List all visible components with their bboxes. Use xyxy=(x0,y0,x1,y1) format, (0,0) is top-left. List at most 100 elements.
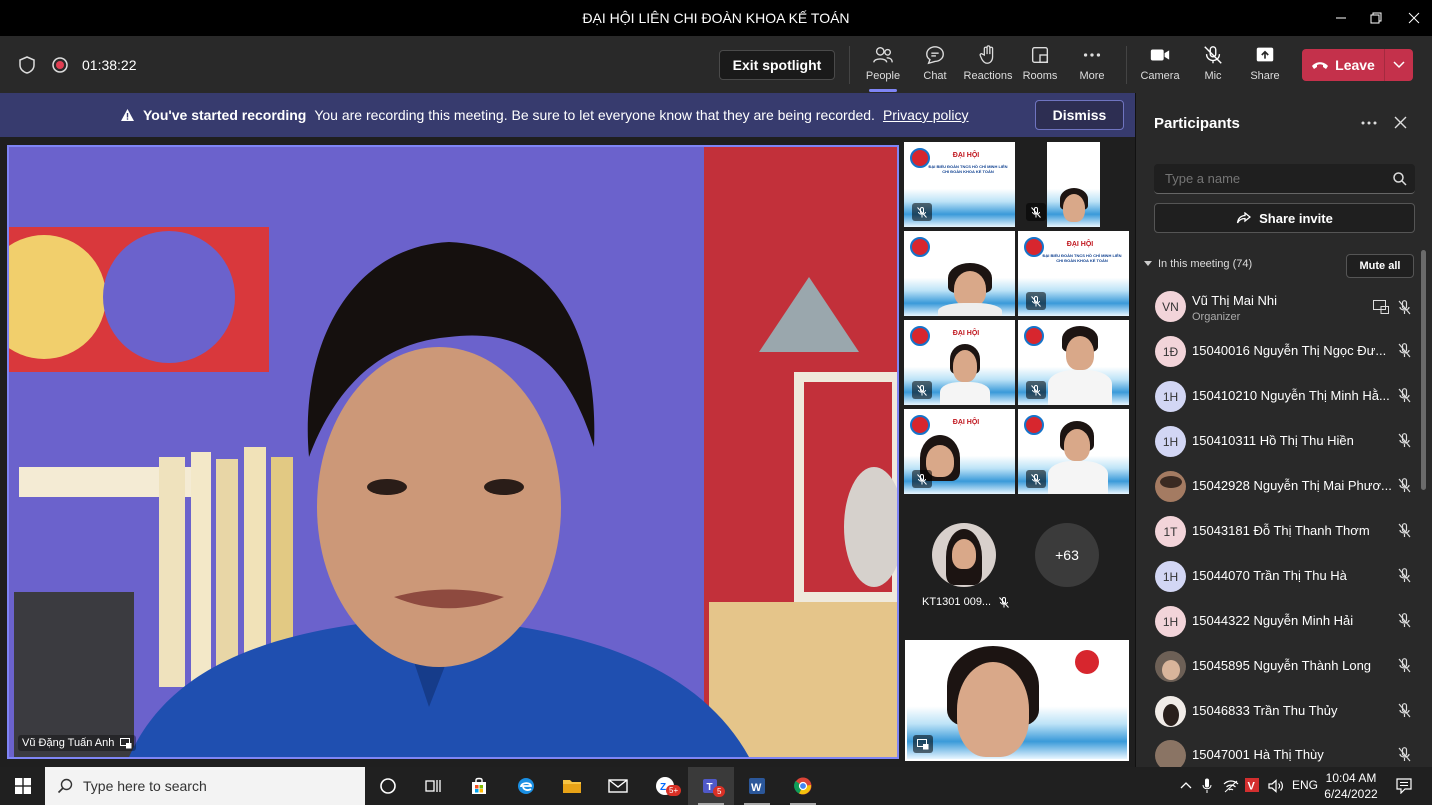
participant-search-input[interactable] xyxy=(1165,171,1385,186)
mic-off-icon[interactable] xyxy=(1398,300,1411,315)
participant-name: 15047001 Hà Thị Thùy xyxy=(1192,747,1324,762)
more-participants-button[interactable]: +63 xyxy=(1035,523,1099,587)
participant-row[interactable]: 1H 15044322 Nguyễn Minh Hải xyxy=(1136,600,1421,644)
mic-muted-indicator xyxy=(912,381,932,399)
word-app[interactable]: W xyxy=(734,767,780,805)
mic-off-icon[interactable] xyxy=(1398,478,1411,493)
chevron-up-icon[interactable] xyxy=(1180,781,1192,789)
cortana-button[interactable] xyxy=(365,767,411,805)
mic-off-icon xyxy=(1031,384,1041,396)
phone-hangup-icon xyxy=(1312,62,1329,69)
camera-button[interactable]: Camera xyxy=(1132,44,1188,88)
network-icon[interactable] xyxy=(1223,779,1239,793)
participant-row[interactable]: 1H 150410210 Nguyễn Thị Minh Hằ... xyxy=(1136,375,1421,419)
mic-off-icon[interactable] xyxy=(1398,388,1411,403)
store-app[interactable] xyxy=(456,767,502,805)
participant-role: Organizer xyxy=(1192,311,1241,323)
participant-row[interactable]: 1H 150410311 Hồ Thị Thu Hiền xyxy=(1136,420,1421,464)
windows-taskbar: Type here to search Z 5+ T 5 W V ENG 10:… xyxy=(0,767,1432,805)
taskbar-search[interactable]: Type here to search xyxy=(45,767,365,805)
share-invite-button[interactable]: Share invite xyxy=(1154,203,1415,233)
leave-button[interactable]: Leave xyxy=(1302,49,1413,81)
share-screen-icon xyxy=(1256,47,1274,62)
antivirus-icon[interactable]: V xyxy=(1245,778,1259,792)
participant-avatar: 1H xyxy=(1155,606,1186,637)
search-icon[interactable] xyxy=(1393,172,1407,186)
start-button[interactable] xyxy=(0,767,45,805)
mic-off-icon[interactable] xyxy=(1398,523,1411,538)
mail-icon xyxy=(608,779,628,793)
toolbar-divider xyxy=(1126,46,1127,84)
participant-row[interactable]: 15042928 Nguyễn Thị Mai Phươ... xyxy=(1136,465,1421,509)
close-panel-icon[interactable] xyxy=(1394,116,1407,129)
mute-all-button[interactable]: Mute all xyxy=(1346,254,1414,278)
participant-row[interactable]: 1Đ 15040016 Nguyễn Thị Ngọc Đư... xyxy=(1136,330,1421,374)
participant-video-tile[interactable] xyxy=(1018,142,1129,227)
rooms-button[interactable]: Rooms xyxy=(1012,44,1068,88)
edge-app[interactable] xyxy=(503,767,549,805)
notification-center-icon[interactable] xyxy=(1396,778,1412,794)
mail-app[interactable] xyxy=(595,767,641,805)
leave-options-button[interactable] xyxy=(1385,61,1413,69)
participant-avatar[interactable] xyxy=(932,523,996,587)
participant-row[interactable]: 1T 15043181 Đỗ Thị Thanh Thơm xyxy=(1136,510,1421,554)
participant-video-tile[interactable] xyxy=(1018,409,1129,494)
teams-app[interactable]: T 5 xyxy=(688,767,734,805)
participants-scrollbar[interactable] xyxy=(1421,250,1426,490)
meeting-toolbar: 01:38:22 Exit spotlight People Chat Reac… xyxy=(0,36,1432,93)
microphone-icon[interactable] xyxy=(1202,778,1212,794)
more-button[interactable]: More xyxy=(1064,44,1120,88)
participant-photo-avatar xyxy=(1155,696,1186,727)
mic-off-icon[interactable] xyxy=(1398,747,1411,762)
dismiss-button[interactable]: Dismiss xyxy=(1035,100,1124,130)
people-button[interactable]: People xyxy=(855,44,911,92)
mic-off-icon[interactable] xyxy=(1398,433,1411,448)
slide-subheading: ĐẠI BIỂU ĐOÀN TNCS HỒ CHÍ MINH LIÊN CHI … xyxy=(928,164,1008,174)
close-window-button[interactable] xyxy=(1391,0,1432,36)
mic-button[interactable]: Mic xyxy=(1185,44,1241,88)
mic-off-icon[interactable] xyxy=(1398,613,1411,628)
spotlight-video[interactable]: Vũ Đặng Tuấn Anh xyxy=(7,145,899,759)
chat-button[interactable]: Chat xyxy=(907,44,963,88)
participant-video-tile[interactable]: ĐẠI HỘI ĐẠI BIỂU ĐOÀN TNCS HỒ CHÍ MINH LI… xyxy=(1018,231,1129,316)
exit-spotlight-button[interactable]: Exit spotlight xyxy=(719,50,835,80)
participant-search[interactable] xyxy=(1154,164,1415,194)
chat-icon xyxy=(926,46,944,65)
shield-icon[interactable] xyxy=(17,55,37,75)
panel-more-options-icon[interactable] xyxy=(1361,120,1377,126)
search-icon xyxy=(57,778,73,794)
file-explorer-app[interactable] xyxy=(549,767,595,805)
spotlight-name-tag: Vũ Đặng Tuấn Anh xyxy=(18,735,137,751)
mic-off-icon[interactable] xyxy=(1398,343,1411,358)
participant-video-tile[interactable]: ĐẠI HỘI xyxy=(904,320,1015,405)
speaker-icon[interactable] xyxy=(1268,779,1284,793)
chrome-app[interactable] xyxy=(780,767,826,805)
language-indicator[interactable]: ENG xyxy=(1292,778,1318,792)
reactions-button[interactable]: Reactions xyxy=(960,44,1016,88)
participant-avatar: 1Đ xyxy=(1155,336,1186,367)
participant-row[interactable]: 15047001 Hà Thị Thùy xyxy=(1136,734,1421,767)
task-view-button[interactable] xyxy=(410,767,456,805)
mic-off-icon[interactable] xyxy=(1398,658,1411,673)
mic-off-icon[interactable] xyxy=(1398,703,1411,718)
participant-row[interactable]: 1H 15044070 Trần Thị Thu Hà xyxy=(1136,555,1421,599)
participant-video-tile[interactable] xyxy=(1018,320,1129,405)
participant-row[interactable]: 15045895 Nguyễn Thành Long xyxy=(1136,645,1421,689)
share-button[interactable]: Share xyxy=(1237,44,1293,88)
camera-icon xyxy=(1150,49,1170,61)
mic-off-icon xyxy=(917,206,927,218)
reactions-label: Reactions xyxy=(963,70,1013,82)
participant-video-tile[interactable]: ĐẠI HỘI ĐẠI BIỂU ĐOÀN TNCS HỒ CHÍ MINH LI… xyxy=(904,142,1015,227)
participant-video-tile[interactable] xyxy=(904,231,1015,316)
privacy-policy-link[interactable]: Privacy policy xyxy=(883,107,969,123)
self-view-video[interactable] xyxy=(905,640,1129,761)
mic-off-icon[interactable] xyxy=(1398,568,1411,583)
in-meeting-header[interactable]: In this meeting (74) xyxy=(1144,258,1252,270)
taskbar-clock[interactable]: 10:04 AM 6/24/2022 xyxy=(1320,770,1382,802)
leave-main[interactable]: Leave xyxy=(1302,49,1385,81)
folder-icon xyxy=(563,780,581,793)
participant-video-tile[interactable]: ĐẠI HỘI xyxy=(904,409,1015,494)
participant-row[interactable]: VN Vũ Thị Mai Nhi Organizer xyxy=(1136,285,1421,329)
zalo-app[interactable]: Z 5+ xyxy=(642,767,688,805)
participant-row[interactable]: 15046833 Trần Thu Thủy xyxy=(1136,690,1421,734)
